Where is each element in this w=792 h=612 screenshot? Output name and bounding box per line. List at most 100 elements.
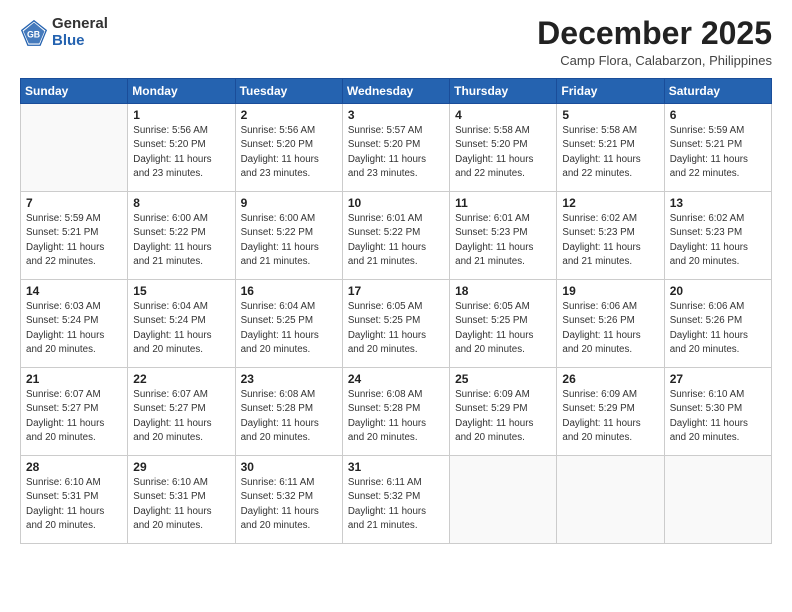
calendar-cell: 10 Sunrise: 6:01 AMSunset: 5:22 PMDayligh…	[342, 192, 449, 280]
calendar-cell: 31Sunrise: 6:11 AMSunset: 5:32 PMDayligh…	[342, 456, 449, 544]
calendar-dow-tuesday: Tuesday	[235, 79, 342, 104]
calendar-cell: 30 Sunrise: 6:11 AMSunset: 5:32 PMDayligh…	[235, 456, 342, 544]
calendar-cell: 11 Sunrise: 6:01 AMSunset: 5:23 PMDayligh…	[450, 192, 557, 280]
calendar-cell: 24Sunrise: 6:08 AMSunset: 5:28 PMDayligh…	[342, 368, 449, 456]
day-info: Sunrise: 6:02 AMSunset: 5:23 PMDaylight:…	[562, 212, 658, 269]
day-number: 22	[133, 372, 229, 386]
logo-text: General Blue	[52, 16, 108, 49]
day-info: Sunrise: 6:01 AMSunset: 5:22 PMDaylight:…	[348, 212, 444, 269]
day-info: Sunrise: 6:02 AMSunset: 5:23 PMDaylight:…	[670, 212, 766, 269]
calendar-cell: 16Sunrise: 6:04 AMSunset: 5:25 PMDayligh…	[235, 280, 342, 368]
calendar-cell	[450, 456, 557, 544]
title-section: December 2025 Camp Flora, Calabarzon, Ph…	[537, 16, 772, 68]
calendar-cell: 7 Sunrise: 5:59 AMSunset: 5:21 PMDaylight…	[21, 192, 128, 280]
svg-text:GB: GB	[27, 29, 40, 39]
day-info: Sunrise: 6:07 AMSunset: 5:27 PMDaylight:…	[133, 388, 229, 445]
day-info: Sunrise: 5:58 AMSunset: 5:20 PMDaylight:…	[455, 124, 551, 181]
calendar-week-row: 1Sunrise: 5:56 AMSunset: 5:20 PMDaylight…	[21, 104, 772, 192]
day-number: 27	[670, 372, 766, 386]
calendar-cell: 27 Sunrise: 6:10 AMSunset: 5:30 PMDayligh…	[664, 368, 771, 456]
day-info: Sunrise: 6:08 AMSunset: 5:28 PMDaylight:…	[241, 388, 337, 445]
day-number: 20	[670, 284, 766, 298]
day-info: Sunrise: 6:10 AMSunset: 5:31 PMDaylight:…	[133, 476, 229, 533]
calendar-cell: 1Sunrise: 5:56 AMSunset: 5:20 PMDaylight…	[128, 104, 235, 192]
day-info: Sunrise: 6:06 AMSunset: 5:26 PMDaylight:…	[562, 300, 658, 357]
day-number: 7	[26, 196, 122, 210]
calendar-cell: 14 Sunrise: 6:03 AMSunset: 5:24 PMDayligh…	[21, 280, 128, 368]
calendar-cell: 21Sunrise: 6:07 AMSunset: 5:27 PMDayligh…	[21, 368, 128, 456]
day-info: Sunrise: 5:56 AMSunset: 5:20 PMDaylight:…	[241, 124, 337, 181]
logo-icon: GB	[20, 19, 48, 47]
day-info: Sunrise: 6:10 AMSunset: 5:30 PMDaylight:…	[670, 388, 766, 445]
day-number: 10	[348, 196, 444, 210]
calendar-week-row: 28Sunrise: 6:10 AMSunset: 5:31 PMDayligh…	[21, 456, 772, 544]
logo: GB General Blue	[20, 16, 108, 49]
month-title: December 2025	[537, 16, 772, 51]
day-number: 18	[455, 284, 551, 298]
day-number: 14	[26, 284, 122, 298]
location: Camp Flora, Calabarzon, Philippines	[537, 53, 772, 68]
calendar-cell: 15 Sunrise: 6:04 AMSunset: 5:24 PMDayligh…	[128, 280, 235, 368]
day-info: Sunrise: 6:00 AMSunset: 5:22 PMDaylight:…	[133, 212, 229, 269]
header: GB General Blue December 2025 Camp Flora…	[20, 16, 772, 68]
logo-general-text: General	[52, 16, 108, 33]
day-info: Sunrise: 6:05 AMSunset: 5:25 PMDaylight:…	[455, 300, 551, 357]
day-number: 29	[133, 460, 229, 474]
calendar-cell: 5Sunrise: 5:58 AMSunset: 5:21 PMDaylight…	[557, 104, 664, 192]
calendar-header-row: SundayMondayTuesdayWednesdayThursdayFrid…	[21, 79, 772, 104]
calendar-cell	[557, 456, 664, 544]
calendar-cell: 25Sunrise: 6:09 AMSunset: 5:29 PMDayligh…	[450, 368, 557, 456]
day-number: 4	[455, 108, 551, 122]
page: GB General Blue December 2025 Camp Flora…	[0, 0, 792, 612]
calendar-cell: 4 Sunrise: 5:58 AMSunset: 5:20 PMDaylight…	[450, 104, 557, 192]
day-number: 15	[133, 284, 229, 298]
day-number: 6	[670, 108, 766, 122]
day-info: Sunrise: 5:59 AMSunset: 5:21 PMDaylight:…	[670, 124, 766, 181]
calendar-dow-wednesday: Wednesday	[342, 79, 449, 104]
calendar-week-row: 21 Sunrise: 6:07 AMSunset: 5:27 PMDayligh…	[21, 368, 772, 456]
day-info: Sunrise: 6:03 AMSunset: 5:24 PMDaylight:…	[26, 300, 122, 357]
day-number: 17	[348, 284, 444, 298]
day-info: Sunrise: 6:01 AMSunset: 5:23 PMDaylight:…	[455, 212, 551, 269]
day-number: 19	[562, 284, 658, 298]
day-number: 11	[455, 196, 551, 210]
calendar-cell: 19 Sunrise: 6:06 AMSunset: 5:26 PMDayligh…	[557, 280, 664, 368]
logo-blue-text: Blue	[52, 33, 108, 50]
calendar-cell: 8Sunrise: 6:00 AMSunset: 5:22 PMDaylight…	[128, 192, 235, 280]
calendar-cell: 26 Sunrise: 6:09 AMSunset: 5:29 PMDayligh…	[557, 368, 664, 456]
calendar-cell: 20 Sunrise: 6:06 AMSunset: 5:26 PMDayligh…	[664, 280, 771, 368]
calendar-dow-sunday: Sunday	[21, 79, 128, 104]
day-number: 26	[562, 372, 658, 386]
day-number: 2	[241, 108, 337, 122]
day-number: 3	[348, 108, 444, 122]
day-number: 12	[562, 196, 658, 210]
calendar-cell	[21, 104, 128, 192]
day-number: 16	[241, 284, 337, 298]
day-info: Sunrise: 6:00 AMSunset: 5:22 PMDaylight:…	[241, 212, 337, 269]
calendar-cell: 12 Sunrise: 6:02 AMSunset: 5:23 PMDayligh…	[557, 192, 664, 280]
day-info: Sunrise: 5:56 AMSunset: 5:20 PMDaylight:…	[133, 124, 229, 181]
calendar-cell: 13 Sunrise: 6:02 AMSunset: 5:23 PMDayligh…	[664, 192, 771, 280]
day-info: Sunrise: 6:11 AMSunset: 5:32 PMDaylight:…	[241, 476, 337, 533]
day-number: 21	[26, 372, 122, 386]
day-info: Sunrise: 6:09 AMSunset: 5:29 PMDaylight:…	[562, 388, 658, 445]
day-number: 9	[241, 196, 337, 210]
day-info: Sunrise: 6:10 AMSunset: 5:31 PMDaylight:…	[26, 476, 122, 533]
day-number: 25	[455, 372, 551, 386]
day-number: 13	[670, 196, 766, 210]
calendar-dow-friday: Friday	[557, 79, 664, 104]
day-number: 30	[241, 460, 337, 474]
day-info: Sunrise: 6:06 AMSunset: 5:26 PMDaylight:…	[670, 300, 766, 357]
calendar-dow-saturday: Saturday	[664, 79, 771, 104]
day-info: Sunrise: 5:58 AMSunset: 5:21 PMDaylight:…	[562, 124, 658, 181]
calendar-cell: 28Sunrise: 6:10 AMSunset: 5:31 PMDayligh…	[21, 456, 128, 544]
calendar-cell: 18 Sunrise: 6:05 AMSunset: 5:25 PMDayligh…	[450, 280, 557, 368]
calendar-table: SundayMondayTuesdayWednesdayThursdayFrid…	[20, 78, 772, 544]
calendar-dow-thursday: Thursday	[450, 79, 557, 104]
day-info: Sunrise: 5:57 AMSunset: 5:20 PMDaylight:…	[348, 124, 444, 181]
day-info: Sunrise: 5:59 AMSunset: 5:21 PMDaylight:…	[26, 212, 122, 269]
calendar-cell: 17Sunrise: 6:05 AMSunset: 5:25 PMDayligh…	[342, 280, 449, 368]
day-info: Sunrise: 6:11 AMSunset: 5:32 PMDaylight:…	[348, 476, 444, 533]
day-info: Sunrise: 6:04 AMSunset: 5:24 PMDaylight:…	[133, 300, 229, 357]
calendar-cell: 29 Sunrise: 6:10 AMSunset: 5:31 PMDayligh…	[128, 456, 235, 544]
